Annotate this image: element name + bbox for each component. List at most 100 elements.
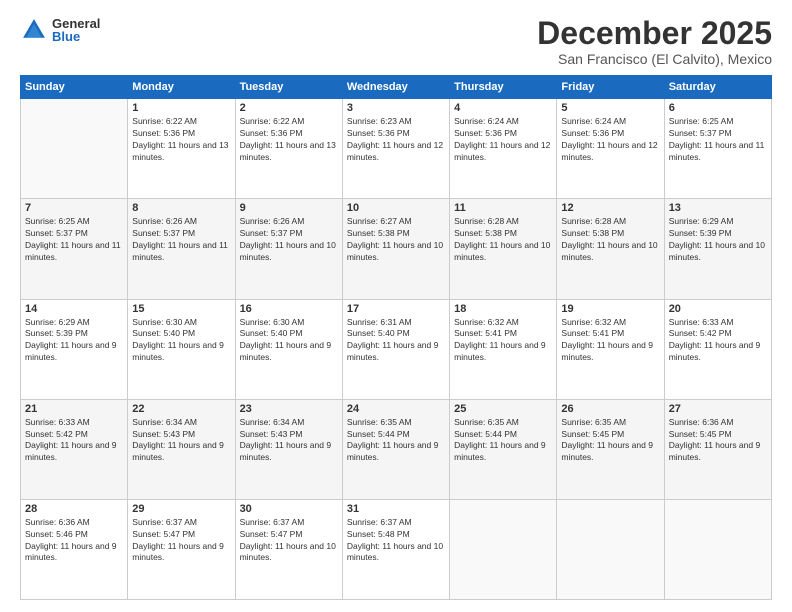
calendar-week-4: 21Sunrise: 6:33 AMSunset: 5:42 PMDayligh… [21, 399, 772, 499]
day-number: 28 [25, 503, 123, 515]
day-info: Sunrise: 6:34 AMSunset: 5:43 PMDaylight:… [132, 417, 230, 465]
day-info: Sunrise: 6:25 AMSunset: 5:37 PMDaylight:… [25, 216, 123, 264]
calendar-cell: 8Sunrise: 6:26 AMSunset: 5:37 PMDaylight… [128, 199, 235, 299]
calendar-cell: 5Sunrise: 6:24 AMSunset: 5:36 PMDaylight… [557, 99, 664, 199]
calendar-cell: 13 Sunrise: 6:29 AMSunset: 5:39 PMDayligh… [664, 199, 771, 299]
day-number: 20 [669, 303, 767, 315]
calendar-cell: 30 Sunrise: 6:37 AMSunset: 5:47 PMDayligh… [235, 499, 342, 599]
calendar-cell: 1 Sunrise: 6:22 AMSunset: 5:36 PMDaylight… [128, 99, 235, 199]
day-number: 14 [25, 303, 123, 315]
calendar-cell [557, 499, 664, 599]
calendar-cell: 6 Sunrise: 6:25 AMSunset: 5:37 PMDaylight… [664, 99, 771, 199]
day-number: 23 [240, 403, 338, 415]
day-info: Sunrise: 6:32 AMSunset: 5:41 PMDaylight:… [561, 317, 659, 365]
subtitle: San Francisco (El Calvito), Mexico [537, 51, 772, 67]
day-info: Sunrise: 6:27 AMSunset: 5:38 PMDaylight:… [347, 216, 445, 264]
day-number: 25 [454, 403, 552, 415]
calendar-week-3: 14 Sunrise: 6:29 AMSunset: 5:39 PMDayligh… [21, 299, 772, 399]
day-info: Sunrise: 6:28 AMSunset: 5:38 PMDaylight:… [454, 216, 552, 264]
header-day-thursday: Thursday [450, 76, 557, 99]
calendar-cell: 22Sunrise: 6:34 AMSunset: 5:43 PMDayligh… [128, 399, 235, 499]
calendar-cell: 11 Sunrise: 6:28 AMSunset: 5:38 PMDayligh… [450, 199, 557, 299]
calendar-cell: 23 Sunrise: 6:34 AMSunset: 5:43 PMDayligh… [235, 399, 342, 499]
day-number: 19 [561, 303, 659, 315]
header: General Blue December 2025 San Francisco… [20, 16, 772, 67]
day-number: 1 [132, 102, 230, 114]
calendar-cell: 16 Sunrise: 6:30 AMSunset: 5:40 PMDayligh… [235, 299, 342, 399]
day-number: 30 [240, 503, 338, 515]
day-info: Sunrise: 6:30 AMSunset: 5:40 PMDaylight:… [240, 317, 338, 365]
day-number: 4 [454, 102, 552, 114]
day-number: 3 [347, 102, 445, 114]
day-info: Sunrise: 6:22 AMSunset: 5:36 PMDaylight:… [240, 116, 338, 164]
calendar-cell: 10 Sunrise: 6:27 AMSunset: 5:38 PMDayligh… [342, 199, 449, 299]
day-number: 6 [669, 102, 767, 114]
day-number: 18 [454, 303, 552, 315]
logo-text: General Blue [52, 17, 100, 43]
day-info: Sunrise: 6:33 AMSunset: 5:42 PMDaylight:… [669, 317, 767, 365]
calendar-cell [450, 499, 557, 599]
calendar-cell: 3Sunrise: 6:23 AMSunset: 5:36 PMDaylight… [342, 99, 449, 199]
day-info: Sunrise: 6:29 AMSunset: 5:39 PMDaylight:… [25, 317, 123, 365]
day-number: 11 [454, 202, 552, 214]
day-number: 10 [347, 202, 445, 214]
day-info: Sunrise: 6:32 AMSunset: 5:41 PMDaylight:… [454, 317, 552, 365]
day-number: 12 [561, 202, 659, 214]
day-number: 13 [669, 202, 767, 214]
calendar-table: SundayMondayTuesdayWednesdayThursdayFrid… [20, 75, 772, 600]
day-info: Sunrise: 6:34 AMSunset: 5:43 PMDaylight:… [240, 417, 338, 465]
header-day-friday: Friday [557, 76, 664, 99]
title-block: December 2025 San Francisco (El Calvito)… [537, 16, 772, 67]
day-info: Sunrise: 6:22 AMSunset: 5:36 PMDaylight:… [132, 116, 230, 164]
page: General Blue December 2025 San Francisco… [0, 0, 792, 612]
calendar-header-row: SundayMondayTuesdayWednesdayThursdayFrid… [21, 76, 772, 99]
day-info: Sunrise: 6:30 AMSunset: 5:40 PMDaylight:… [132, 317, 230, 365]
calendar-cell: 4Sunrise: 6:24 AMSunset: 5:36 PMDaylight… [450, 99, 557, 199]
calendar-cell: 24 Sunrise: 6:35 AMSunset: 5:44 PMDayligh… [342, 399, 449, 499]
calendar-cell: 12Sunrise: 6:28 AMSunset: 5:38 PMDayligh… [557, 199, 664, 299]
day-info: Sunrise: 6:37 AMSunset: 5:47 PMDaylight:… [132, 517, 230, 565]
calendar-cell: 7Sunrise: 6:25 AMSunset: 5:37 PMDaylight… [21, 199, 128, 299]
day-number: 9 [240, 202, 338, 214]
calendar-cell: 21Sunrise: 6:33 AMSunset: 5:42 PMDayligh… [21, 399, 128, 499]
calendar-cell: 27 Sunrise: 6:36 AMSunset: 5:45 PMDayligh… [664, 399, 771, 499]
day-info: Sunrise: 6:35 AMSunset: 5:44 PMDaylight:… [454, 417, 552, 465]
calendar-cell: 19 Sunrise: 6:32 AMSunset: 5:41 PMDayligh… [557, 299, 664, 399]
calendar-cell: 20 Sunrise: 6:33 AMSunset: 5:42 PMDayligh… [664, 299, 771, 399]
day-info: Sunrise: 6:36 AMSunset: 5:45 PMDaylight:… [669, 417, 767, 465]
day-info: Sunrise: 6:24 AMSunset: 5:36 PMDaylight:… [561, 116, 659, 164]
calendar-week-5: 28Sunrise: 6:36 AMSunset: 5:46 PMDayligh… [21, 499, 772, 599]
day-number: 21 [25, 403, 123, 415]
day-info: Sunrise: 6:25 AMSunset: 5:37 PMDaylight:… [669, 116, 767, 164]
day-number: 29 [132, 503, 230, 515]
logo-blue: Blue [52, 30, 100, 43]
day-info: Sunrise: 6:26 AMSunset: 5:37 PMDaylight:… [240, 216, 338, 264]
calendar-cell: 9 Sunrise: 6:26 AMSunset: 5:37 PMDaylight… [235, 199, 342, 299]
calendar-week-2: 7Sunrise: 6:25 AMSunset: 5:37 PMDaylight… [21, 199, 772, 299]
day-number: 2 [240, 102, 338, 114]
header-day-wednesday: Wednesday [342, 76, 449, 99]
day-info: Sunrise: 6:37 AMSunset: 5:48 PMDaylight:… [347, 517, 445, 565]
calendar-cell: 18 Sunrise: 6:32 AMSunset: 5:41 PMDayligh… [450, 299, 557, 399]
day-number: 8 [132, 202, 230, 214]
calendar-cell: 15 Sunrise: 6:30 AMSunset: 5:40 PMDayligh… [128, 299, 235, 399]
day-number: 15 [132, 303, 230, 315]
main-title: December 2025 [537, 16, 772, 51]
day-number: 17 [347, 303, 445, 315]
day-number: 24 [347, 403, 445, 415]
calendar-cell: 26Sunrise: 6:35 AMSunset: 5:45 PMDayligh… [557, 399, 664, 499]
day-info: Sunrise: 6:37 AMSunset: 5:47 PMDaylight:… [240, 517, 338, 565]
calendar-cell [21, 99, 128, 199]
logo: General Blue [20, 16, 100, 44]
day-info: Sunrise: 6:35 AMSunset: 5:45 PMDaylight:… [561, 417, 659, 465]
logo-icon [20, 16, 48, 44]
day-info: Sunrise: 6:29 AMSunset: 5:39 PMDaylight:… [669, 216, 767, 264]
header-day-sunday: Sunday [21, 76, 128, 99]
day-info: Sunrise: 6:35 AMSunset: 5:44 PMDaylight:… [347, 417, 445, 465]
calendar-cell [664, 499, 771, 599]
calendar-cell: 25 Sunrise: 6:35 AMSunset: 5:44 PMDayligh… [450, 399, 557, 499]
day-number: 27 [669, 403, 767, 415]
day-number: 16 [240, 303, 338, 315]
calendar-cell: 17Sunrise: 6:31 AMSunset: 5:40 PMDayligh… [342, 299, 449, 399]
calendar-cell: 29 Sunrise: 6:37 AMSunset: 5:47 PMDayligh… [128, 499, 235, 599]
